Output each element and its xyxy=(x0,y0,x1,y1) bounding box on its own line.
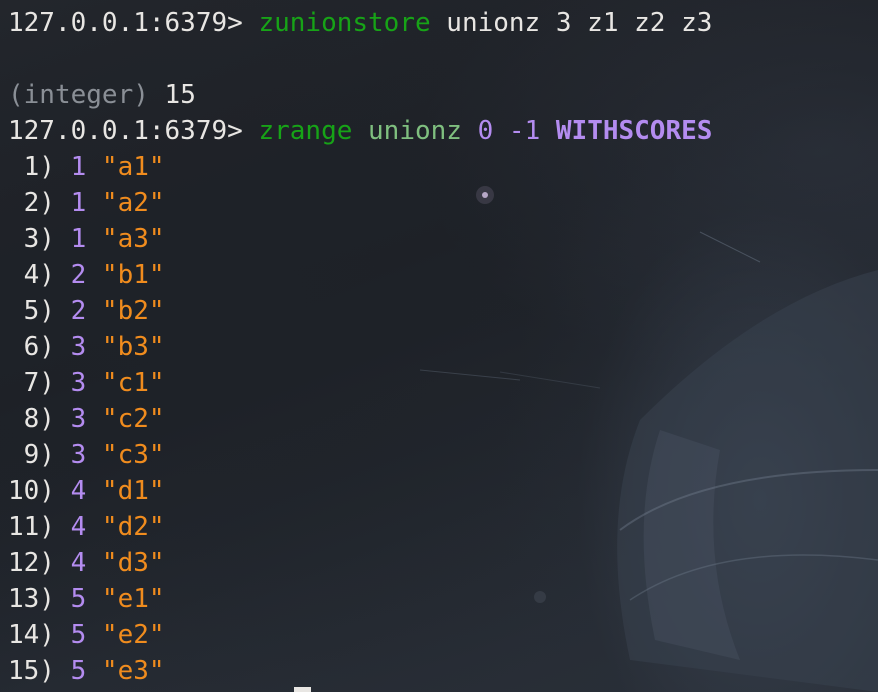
integer-result: (integer) 15 xyxy=(8,77,878,113)
row-member: "e1" xyxy=(86,584,165,614)
result-row: 10) 4 "d1" xyxy=(8,473,878,509)
row-score: 5 xyxy=(70,656,87,686)
command-name: zrange xyxy=(258,116,353,146)
result-row: 1) 1 "a1" xyxy=(8,149,878,185)
result-row: 11) 4 "d2" xyxy=(8,509,878,545)
row-score: 1 xyxy=(70,224,87,254)
row-index: 2) xyxy=(8,188,71,218)
result-row: 5) 2 "b2" xyxy=(8,293,878,329)
row-score: 2 xyxy=(70,296,87,326)
row-member: "b3" xyxy=(86,332,165,362)
command-option: WITHSCORES xyxy=(555,116,713,146)
result-value: 15 xyxy=(164,80,196,110)
row-score: 3 xyxy=(70,368,87,398)
row-score: 4 xyxy=(70,548,87,578)
command-line-zunionstore: 127.0.0.1:6379> zunionstore unionz 3 z1 … xyxy=(8,5,878,41)
result-row: 9) 3 "c3" xyxy=(8,437,878,473)
result-row: 15) 5 "e3" xyxy=(8,653,878,689)
row-member: "c3" xyxy=(86,440,165,470)
row-member: "e3" xyxy=(86,656,165,686)
command-key: unionz xyxy=(352,116,478,146)
row-member: "c1" xyxy=(86,368,165,398)
row-index: 5) xyxy=(8,296,71,326)
row-index: 10) xyxy=(8,476,71,506)
result-row: 13) 5 "e1" xyxy=(8,581,878,617)
command-args: unionz 3 z1 z2 z3 xyxy=(430,8,713,38)
result-row: 14) 5 "e2" xyxy=(8,617,878,653)
row-index: 13) xyxy=(8,584,71,614)
row-score: 3 xyxy=(70,332,87,362)
terminal-output: 127.0.0.1:6379> zunionstore unionz 3 z1 … xyxy=(8,5,878,689)
row-index: 15) xyxy=(8,656,71,686)
row-index: 14) xyxy=(8,620,71,650)
row-score: 5 xyxy=(70,620,87,650)
row-score: 2 xyxy=(70,260,87,290)
text-cursor xyxy=(294,687,311,692)
row-score: 4 xyxy=(70,512,87,542)
row-member: "d3" xyxy=(86,548,165,578)
result-row: 4) 2 "b1" xyxy=(8,257,878,293)
row-index: 1) xyxy=(8,152,71,182)
terminal-window[interactable]: 127.0.0.1:6379> zunionstore unionz 3 z1 … xyxy=(0,0,878,692)
prompt: 127.0.0.1:6379> xyxy=(8,8,259,38)
row-member: "b1" xyxy=(86,260,165,290)
row-score: 1 xyxy=(70,152,87,182)
row-score: 4 xyxy=(70,476,87,506)
row-index: 12) xyxy=(8,548,71,578)
command-stop: -1 xyxy=(493,116,556,146)
result-row: 3) 1 "a3" xyxy=(8,221,878,257)
row-member: "a1" xyxy=(86,152,165,182)
row-score: 3 xyxy=(70,440,87,470)
row-index: 11) xyxy=(8,512,71,542)
prompt: 127.0.0.1:6379> xyxy=(8,116,259,146)
result-row: 12) 4 "d3" xyxy=(8,545,878,581)
result-row: 7) 3 "c1" xyxy=(8,365,878,401)
row-index: 7) xyxy=(8,368,71,398)
row-index: 6) xyxy=(8,332,71,362)
row-member: "c2" xyxy=(86,404,165,434)
command-line-zrange: 127.0.0.1:6379> zrange unionz 0 -1 WITHS… xyxy=(8,113,878,149)
row-member: "d2" xyxy=(86,512,165,542)
row-member: "d1" xyxy=(86,476,165,506)
row-member: "b2" xyxy=(86,296,165,326)
row-index: 8) xyxy=(8,404,71,434)
row-score: 1 xyxy=(70,188,87,218)
row-member: "e2" xyxy=(86,620,165,650)
row-index: 9) xyxy=(8,440,71,470)
row-score: 3 xyxy=(70,404,87,434)
command-name: zunionstore xyxy=(258,8,431,38)
row-index: 4) xyxy=(8,260,71,290)
row-index: 3) xyxy=(8,224,71,254)
result-type-label: (integer) xyxy=(8,80,165,110)
row-score: 5 xyxy=(70,584,87,614)
row-member: "a3" xyxy=(86,224,165,254)
result-row: 8) 3 "c2" xyxy=(8,401,878,437)
result-row: 2) 1 "a2" xyxy=(8,185,878,221)
row-member: "a2" xyxy=(86,188,165,218)
result-row: 6) 3 "b3" xyxy=(8,329,878,365)
command-start: 0 xyxy=(477,116,494,146)
